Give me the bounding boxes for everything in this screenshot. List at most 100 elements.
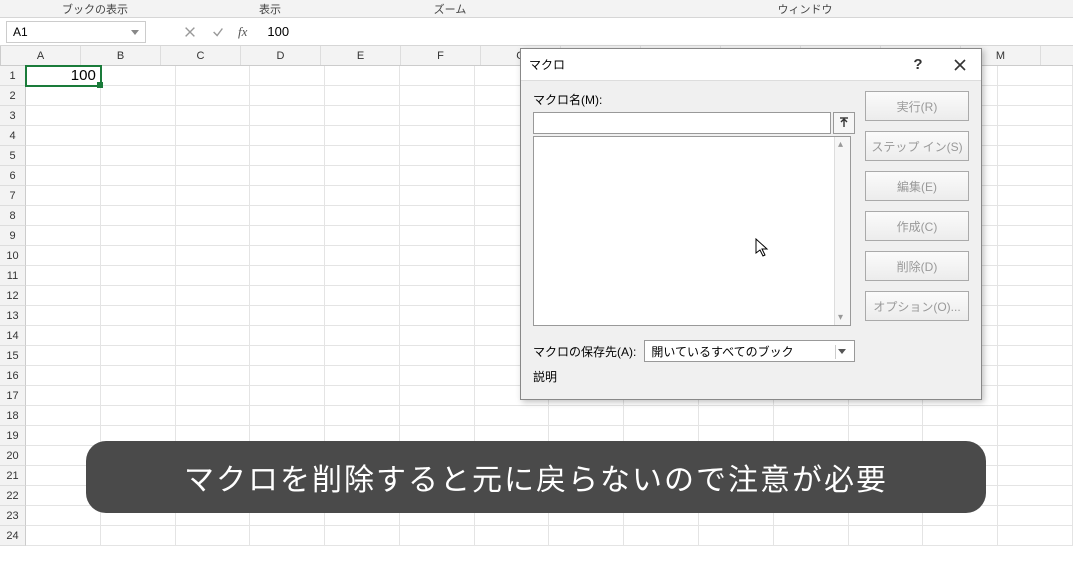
row-header[interactable]: 10 bbox=[0, 246, 26, 266]
row-header[interactable]: 23 bbox=[0, 506, 26, 526]
cell[interactable] bbox=[101, 166, 176, 186]
cell[interactable] bbox=[101, 146, 176, 166]
row-header[interactable]: 12 bbox=[0, 286, 26, 306]
cell[interactable] bbox=[549, 526, 624, 546]
cell[interactable] bbox=[325, 526, 400, 546]
cell[interactable] bbox=[400, 186, 475, 206]
cell[interactable] bbox=[176, 386, 251, 406]
cell[interactable] bbox=[176, 366, 251, 386]
cell[interactable] bbox=[176, 226, 251, 246]
cell[interactable] bbox=[101, 246, 176, 266]
cell[interactable] bbox=[998, 386, 1073, 406]
row-header[interactable]: 8 bbox=[0, 206, 26, 226]
collapse-icon[interactable] bbox=[833, 112, 855, 134]
cell[interactable] bbox=[325, 166, 400, 186]
cell[interactable] bbox=[176, 166, 251, 186]
row-header[interactable]: 19 bbox=[0, 426, 26, 446]
cell[interactable] bbox=[250, 126, 325, 146]
cell[interactable] bbox=[26, 406, 101, 426]
row-header[interactable]: 6 bbox=[0, 166, 26, 186]
row-header[interactable]: 20 bbox=[0, 446, 26, 466]
cell[interactable] bbox=[176, 306, 251, 326]
cell[interactable] bbox=[923, 526, 998, 546]
cell[interactable] bbox=[26, 186, 101, 206]
cell[interactable] bbox=[101, 66, 176, 86]
cell[interactable] bbox=[400, 126, 475, 146]
cell[interactable] bbox=[26, 266, 101, 286]
cell[interactable] bbox=[250, 526, 325, 546]
cell[interactable] bbox=[176, 346, 251, 366]
row-header[interactable]: 15 bbox=[0, 346, 26, 366]
cell[interactable] bbox=[400, 346, 475, 366]
cell[interactable] bbox=[998, 146, 1073, 166]
cell[interactable] bbox=[250, 266, 325, 286]
cell[interactable] bbox=[176, 66, 251, 86]
cell[interactable] bbox=[101, 326, 176, 346]
cell[interactable] bbox=[26, 146, 101, 166]
cell[interactable] bbox=[26, 526, 101, 546]
cell[interactable] bbox=[250, 166, 325, 186]
cell[interactable] bbox=[400, 106, 475, 126]
macro-location-select[interactable]: 開いているすべてのブック bbox=[644, 340, 855, 362]
cell[interactable] bbox=[325, 226, 400, 246]
row-header[interactable]: 4 bbox=[0, 126, 26, 146]
cell[interactable] bbox=[325, 266, 400, 286]
cell[interactable] bbox=[998, 486, 1073, 506]
cell[interactable] bbox=[26, 426, 101, 446]
column-header[interactable]: B bbox=[81, 46, 161, 65]
row-header[interactable]: 3 bbox=[0, 106, 26, 126]
cell[interactable] bbox=[101, 206, 176, 226]
cell[interactable] bbox=[400, 206, 475, 226]
cell[interactable] bbox=[400, 366, 475, 386]
cell[interactable] bbox=[998, 246, 1073, 266]
cell[interactable] bbox=[101, 406, 176, 426]
cell[interactable] bbox=[400, 286, 475, 306]
macro-name-input[interactable] bbox=[533, 112, 831, 134]
cell[interactable] bbox=[998, 166, 1073, 186]
edit-button[interactable]: 編集(E) bbox=[865, 171, 969, 201]
cell[interactable] bbox=[101, 266, 176, 286]
cell[interactable] bbox=[26, 286, 101, 306]
cell[interactable] bbox=[998, 86, 1073, 106]
options-button[interactable]: オプション(O)... bbox=[865, 291, 969, 321]
cell[interactable] bbox=[250, 386, 325, 406]
macro-list[interactable] bbox=[533, 136, 851, 326]
cell[interactable] bbox=[624, 406, 699, 426]
cell[interactable] bbox=[998, 126, 1073, 146]
cell[interactable] bbox=[101, 186, 176, 206]
cell[interactable] bbox=[325, 106, 400, 126]
cell[interactable] bbox=[400, 406, 475, 426]
column-header[interactable]: N bbox=[1041, 46, 1073, 65]
row-header[interactable]: 21 bbox=[0, 466, 26, 486]
row-header[interactable]: 16 bbox=[0, 366, 26, 386]
cell[interactable] bbox=[998, 446, 1073, 466]
cell[interactable] bbox=[998, 366, 1073, 386]
row-header[interactable]: 7 bbox=[0, 186, 26, 206]
cell[interactable] bbox=[176, 406, 251, 426]
cell[interactable]: 100 bbox=[26, 66, 101, 86]
cell[interactable] bbox=[176, 86, 251, 106]
cell[interactable] bbox=[998, 106, 1073, 126]
cell[interactable] bbox=[250, 346, 325, 366]
cell[interactable] bbox=[998, 346, 1073, 366]
cell[interactable] bbox=[250, 326, 325, 346]
cell[interactable] bbox=[176, 326, 251, 346]
cell[interactable] bbox=[26, 106, 101, 126]
cell[interactable] bbox=[325, 186, 400, 206]
cell[interactable] bbox=[923, 406, 998, 426]
cell[interactable] bbox=[26, 326, 101, 346]
cell[interactable] bbox=[400, 386, 475, 406]
cell[interactable] bbox=[26, 506, 101, 526]
cell[interactable] bbox=[101, 86, 176, 106]
cell[interactable] bbox=[400, 266, 475, 286]
cell[interactable] bbox=[998, 206, 1073, 226]
cell[interactable] bbox=[101, 106, 176, 126]
cell[interactable] bbox=[774, 406, 849, 426]
cell[interactable] bbox=[26, 86, 101, 106]
cell[interactable] bbox=[325, 146, 400, 166]
cell[interactable] bbox=[325, 206, 400, 226]
cell[interactable] bbox=[250, 146, 325, 166]
cell[interactable] bbox=[400, 526, 475, 546]
scrollbar[interactable] bbox=[834, 137, 850, 325]
cell[interactable] bbox=[250, 106, 325, 126]
